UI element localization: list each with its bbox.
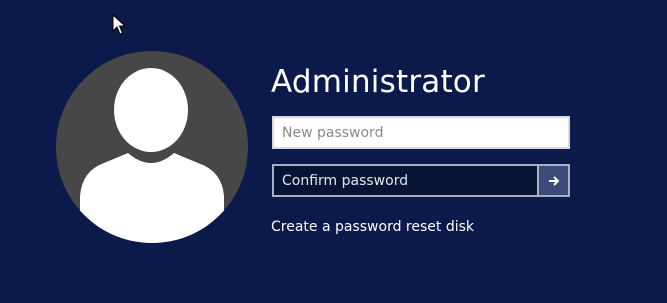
confirm-password-field-container xyxy=(272,164,570,197)
submit-button[interactable] xyxy=(537,166,568,195)
mouse-pointer-icon xyxy=(112,13,127,36)
confirm-password-input[interactable] xyxy=(274,166,540,195)
arrow-right-icon xyxy=(548,175,559,186)
user-avatar xyxy=(56,51,248,243)
new-password-input[interactable] xyxy=(274,118,568,147)
create-reset-disk-link[interactable]: Create a password reset disk xyxy=(271,219,474,235)
new-password-field-container xyxy=(272,116,570,149)
user-silhouette-icon xyxy=(80,68,224,243)
account-username: Administrator xyxy=(271,64,485,100)
